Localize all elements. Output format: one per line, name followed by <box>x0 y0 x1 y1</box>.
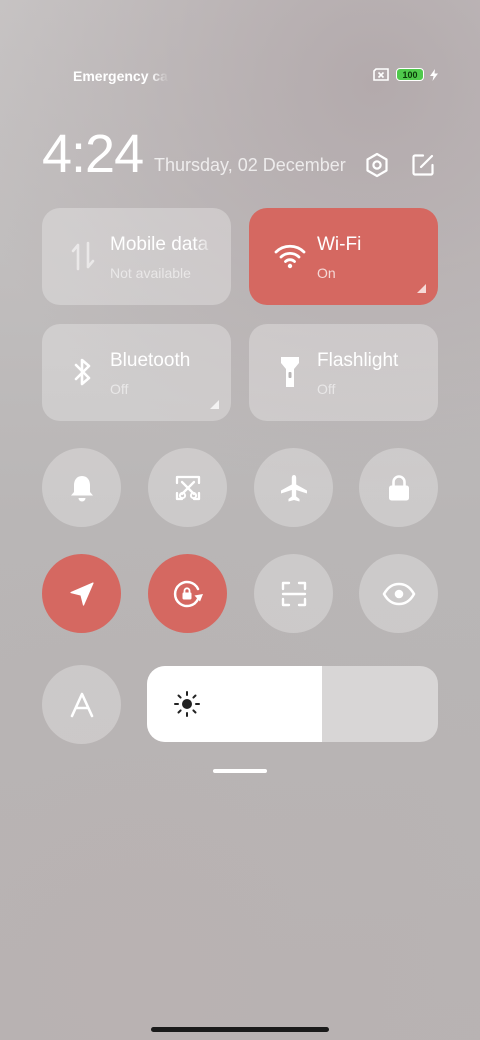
battery-icon: 100 <box>396 68 424 81</box>
screenshot-icon <box>175 475 200 500</box>
drag-handle[interactable] <box>213 769 267 773</box>
sun-icon <box>174 691 200 717</box>
toggle-scanner[interactable] <box>254 554 333 633</box>
expand-corner-icon[interactable] <box>210 400 219 409</box>
scanner-icon <box>281 581 306 606</box>
auto-brightness-icon <box>70 692 93 717</box>
toggle-auto-brightness[interactable] <box>42 665 121 744</box>
toggle-screenshot[interactable] <box>148 448 227 527</box>
battery-level: 100 <box>402 69 418 80</box>
tile-wifi[interactable]: Wi-Fi On <box>249 208 438 305</box>
eye-icon <box>382 582 415 605</box>
toggle-location[interactable] <box>42 554 121 633</box>
toggle-lock-screen[interactable] <box>359 448 438 527</box>
tile-mobile-data[interactable]: Mobile data Not available <box>42 208 231 305</box>
wifi-icon <box>273 238 307 274</box>
clock: 4:24 <box>42 124 144 184</box>
tile-status: Not available <box>110 265 191 281</box>
home-indicator[interactable] <box>151 1027 329 1032</box>
status-icons: 100 <box>372 68 438 81</box>
tile-label: Bluetooth <box>110 350 191 371</box>
date: Thursday, 02 December <box>154 155 346 175</box>
toggle-airplane-mode[interactable] <box>254 448 333 527</box>
tile-label: Wi-Fi <box>317 234 362 255</box>
tile-label: Flashlight <box>317 350 399 371</box>
tile-flashlight[interactable]: Flashlight Off <box>249 324 438 421</box>
airplane-icon <box>280 474 307 501</box>
tile-label: Mobile data <box>110 234 209 255</box>
brightness-slider[interactable] <box>147 666 438 742</box>
edit-button[interactable] <box>408 150 438 180</box>
settings-button[interactable] <box>362 150 392 180</box>
lock-icon <box>388 474 409 500</box>
carrier-label: Emergency calls only <box>73 68 169 84</box>
tile-bluetooth[interactable]: Bluetooth Off <box>42 324 231 421</box>
status-bar: Emergency calls only 100 <box>0 62 480 90</box>
settings-hexagon-icon <box>366 152 388 178</box>
charging-icon <box>430 68 438 81</box>
control-center-header: 4:24 Thursday, 02 December <box>42 124 438 184</box>
tile-status: On <box>317 265 336 281</box>
rotation-lock-icon <box>173 580 203 607</box>
tile-status: Off <box>110 381 129 397</box>
toggle-sound[interactable] <box>42 448 121 527</box>
bluetooth-icon <box>66 354 100 390</box>
flashlight-icon <box>273 354 307 390</box>
location-icon <box>69 581 94 606</box>
toggle-rotation-lock[interactable] <box>148 554 227 633</box>
mobile-data-icon <box>66 238 100 274</box>
toggle-reading-mode[interactable] <box>359 554 438 633</box>
edit-icon <box>412 154 434 176</box>
expand-corner-icon[interactable] <box>417 284 426 293</box>
tile-status: Off <box>317 381 336 397</box>
no-sim-icon <box>372 68 390 81</box>
bell-icon <box>70 475 93 501</box>
